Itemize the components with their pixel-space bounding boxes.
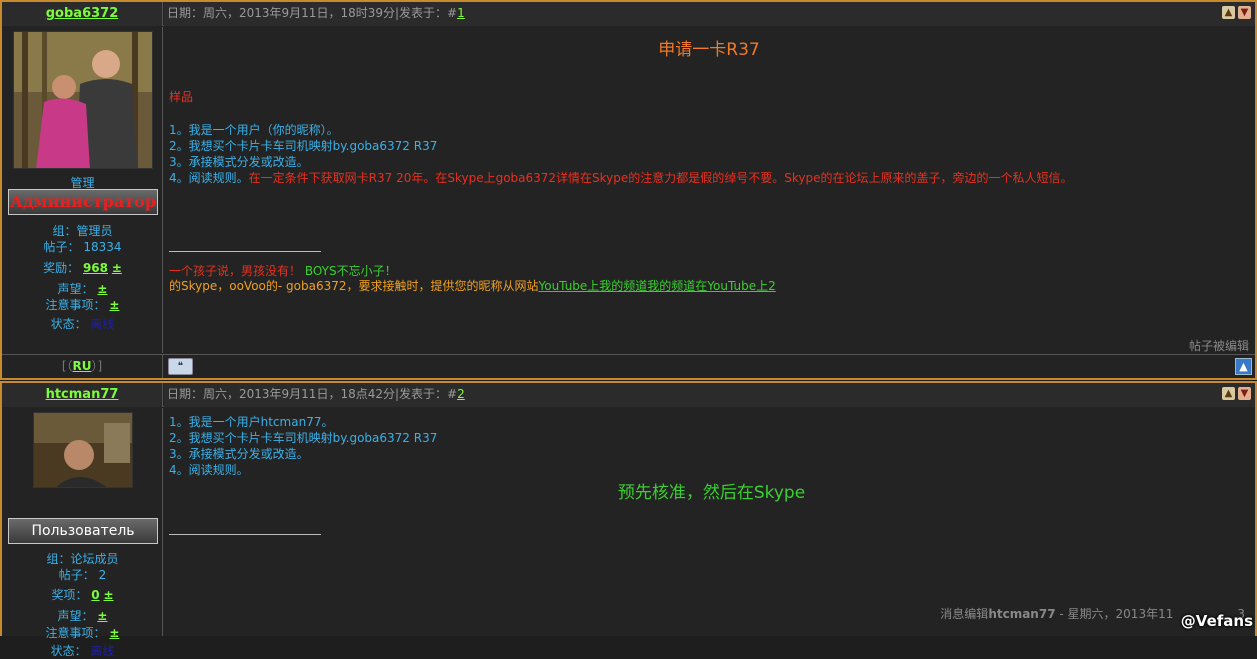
reward-plus-link[interactable]: ± [103,588,113,602]
role-badge-text: Пользователь [31,523,134,539]
status-label: 状态： [51,317,87,331]
notes-plus-link[interactable]: ± [109,626,119,640]
author-panel: Пользователь 组：论坛成员 帖子： 2 奖项： 0 ± 声望： ± … [2,408,163,636]
reputation-plus-link[interactable]: ± [97,609,107,623]
avatar-photo [14,32,153,169]
posts-count-line: 帖子： 2 [2,566,163,583]
notes-label: 注意事项： [46,626,106,640]
reputation-line: 声望： ± [2,607,163,624]
avatar-photo [34,413,133,488]
posts-count: 18334 [83,240,121,254]
notes-plus-link[interactable]: ± [109,298,119,312]
role-badge: Пользователь [8,518,158,544]
language-selector: [（RU）] [2,355,163,378]
post-number-link[interactable]: 2 [457,387,465,401]
lang-ru-link[interactable]: RU [73,359,92,373]
signature-line-2: 的Skype，ooVoo的- goba6372，要求接触时，提供您的昵称从网站Y… [169,277,776,294]
reputation-line: 声望： ± [2,280,163,297]
lang-bracket-open: [（ [62,359,73,373]
vote-icons: ▲ ▼ [1222,6,1251,19]
rule-item-4: 4。阅读规则。在一定条件下获取网卡R37 20年。在Skype上goba6372… [169,169,1073,186]
rule-item-4-prefix: 4。阅读规则。 [169,171,249,185]
author-cell: htcman77 [2,383,163,407]
author-panel: 管理 Администратор 组：管理员 帖子： 18334 奖励： 968… [2,27,163,353]
signature-green-text: BOYS不忘小子！ [305,264,397,278]
post-date-text: 日期：周六，2013年9月11日，18时39分|发表于：# [167,6,457,20]
rule-item-4: 4。阅读规则。 [169,461,249,478]
thumbs-up-icon[interactable]: ▲ [1222,387,1235,400]
post-1: goba6372 日期：周六，2013年9月11日，18时39分|发表于：#1 … [0,0,1257,380]
avatar[interactable] [13,31,153,169]
reputation-plus-link[interactable]: ± [97,282,107,296]
reward-value-link[interactable]: 968 [83,261,108,275]
group-line: 组：管理员 [2,222,163,239]
rule-item-1: 1。我是一个用户htcman77。 [169,413,333,430]
status-line: 状态： 离线 [2,315,163,332]
post-number-link[interactable]: 1 [457,6,465,20]
signature-red-text: 一个孩子说，男孩没有！ [169,264,301,278]
status-label: 状态： [51,644,87,658]
thumbs-down-icon[interactable]: ▼ [1238,6,1251,19]
rule-item-1: 1。我是一个用户（你的昵称）。 [169,121,339,138]
post-content: 申请一卡R37 样品 1。我是一个用户（你的昵称）。 2。我想买个卡片卡车司机映… [164,27,1255,353]
signature-contact-text: 的Skype，ooVoo的- goba6372，要求接触时，提供您的昵称从网站 [169,279,539,293]
vote-icons: ▲ ▼ [1222,387,1251,400]
post-date: 日期：周六，2013年9月11日，18点42分|发表于：#2 ▲ ▼ [164,383,1255,407]
reputation-label: 声望： [58,282,94,296]
scroll-top-icon[interactable]: ▲ [1235,358,1252,375]
role-badge: Администратор [8,189,158,215]
lang-bracket-close: ）] [91,359,102,373]
signature-separator [169,534,321,535]
author-name-link[interactable]: htcman77 [46,387,119,402]
edit-note-date: - 星期六，2013年11 [1059,607,1173,621]
post-title: 申请一卡R37 [164,35,1254,60]
rule-item-2: 2。我想买个卡片卡车司机映射by.goba6372 R37 [169,429,437,446]
reward-line: 奖项： 0 ± [2,586,163,603]
thumbs-down-icon[interactable]: ▼ [1238,387,1251,400]
group-line: 组：论坛成员 [2,550,163,567]
reward-value-link[interactable]: 0 [91,588,99,602]
author-cell: goba6372 [2,2,163,26]
status-value: 离线 [90,644,114,658]
posts-count: 2 [99,568,107,582]
post-header: goba6372 日期：周六，2013年9月11日，18时39分|发表于：#1 … [2,2,1255,26]
posts-label: 帖子： [59,568,95,582]
author-name-link[interactable]: goba6372 [46,6,119,21]
status-line: 状态： 离线 [2,642,163,659]
rule-item-3: 3。承接模式分发或改造。 [169,153,309,170]
notes-label: 注意事项： [46,298,106,312]
reward-label: 奖励： [43,261,79,275]
edited-note: 帖子被编辑 [1189,337,1249,354]
status-value: 离线 [90,317,114,331]
post-footer: [（RU）] ❝ ▲ [2,354,1255,378]
posts-label: 帖子： [43,240,79,254]
post-date-text: 日期：周六，2013年9月11日，18点42分|发表于：# [167,387,457,401]
reward-label: 奖项： [51,588,87,602]
post-2: htcman77 日期：周六，2013年9月11日，18点42分|发表于：#2 … [0,381,1257,636]
thumbs-up-icon[interactable]: ▲ [1222,6,1235,19]
reward-line: 奖励： 968 ± [2,259,163,276]
post-content: 1。我是一个用户htcman77。 2。我想买个卡片卡车司机映射by.goba6… [164,408,1255,636]
avatar[interactable] [33,412,133,488]
signature-separator [169,251,321,252]
post-header: htcman77 日期：周六，2013年9月11日，18点42分|发表于：#2 … [2,383,1255,407]
rule-item-3: 3。承接模式分发或改造。 [169,445,309,462]
notes-line: 注意事项： ± [2,624,163,641]
post-date: 日期：周六，2013年9月11日，18时39分|发表于：#1 ▲ ▼ [164,2,1255,26]
rule-item-2: 2。我想买个卡片卡车司机映射by.goba6372 R37 [169,137,437,154]
posts-count-line: 帖子： 18334 [2,238,163,255]
reward-plus-link[interactable]: ± [112,261,122,275]
notes-line: 注意事项： ± [2,296,163,313]
watermark: @Vefans [1181,612,1253,630]
role-badge-text: Администратор [10,192,156,211]
sample-label: 样品 [169,88,193,105]
edit-note-prefix: 消息编辑 [940,607,988,621]
quote-icon[interactable]: ❝ [168,358,193,375]
edit-note-user: htcman77 [988,607,1055,621]
rule-item-4-details: 在一定条件下获取网卡R37 20年。在Skype上goba6372详情在Skyp… [249,171,1073,185]
reputation-label: 声望： [58,609,94,623]
reply-text: 预先核准，然后在Skype [164,478,1257,503]
youtube-channel-link[interactable]: YouTube上我的频道我的频道在YouTube上2 [539,279,776,293]
